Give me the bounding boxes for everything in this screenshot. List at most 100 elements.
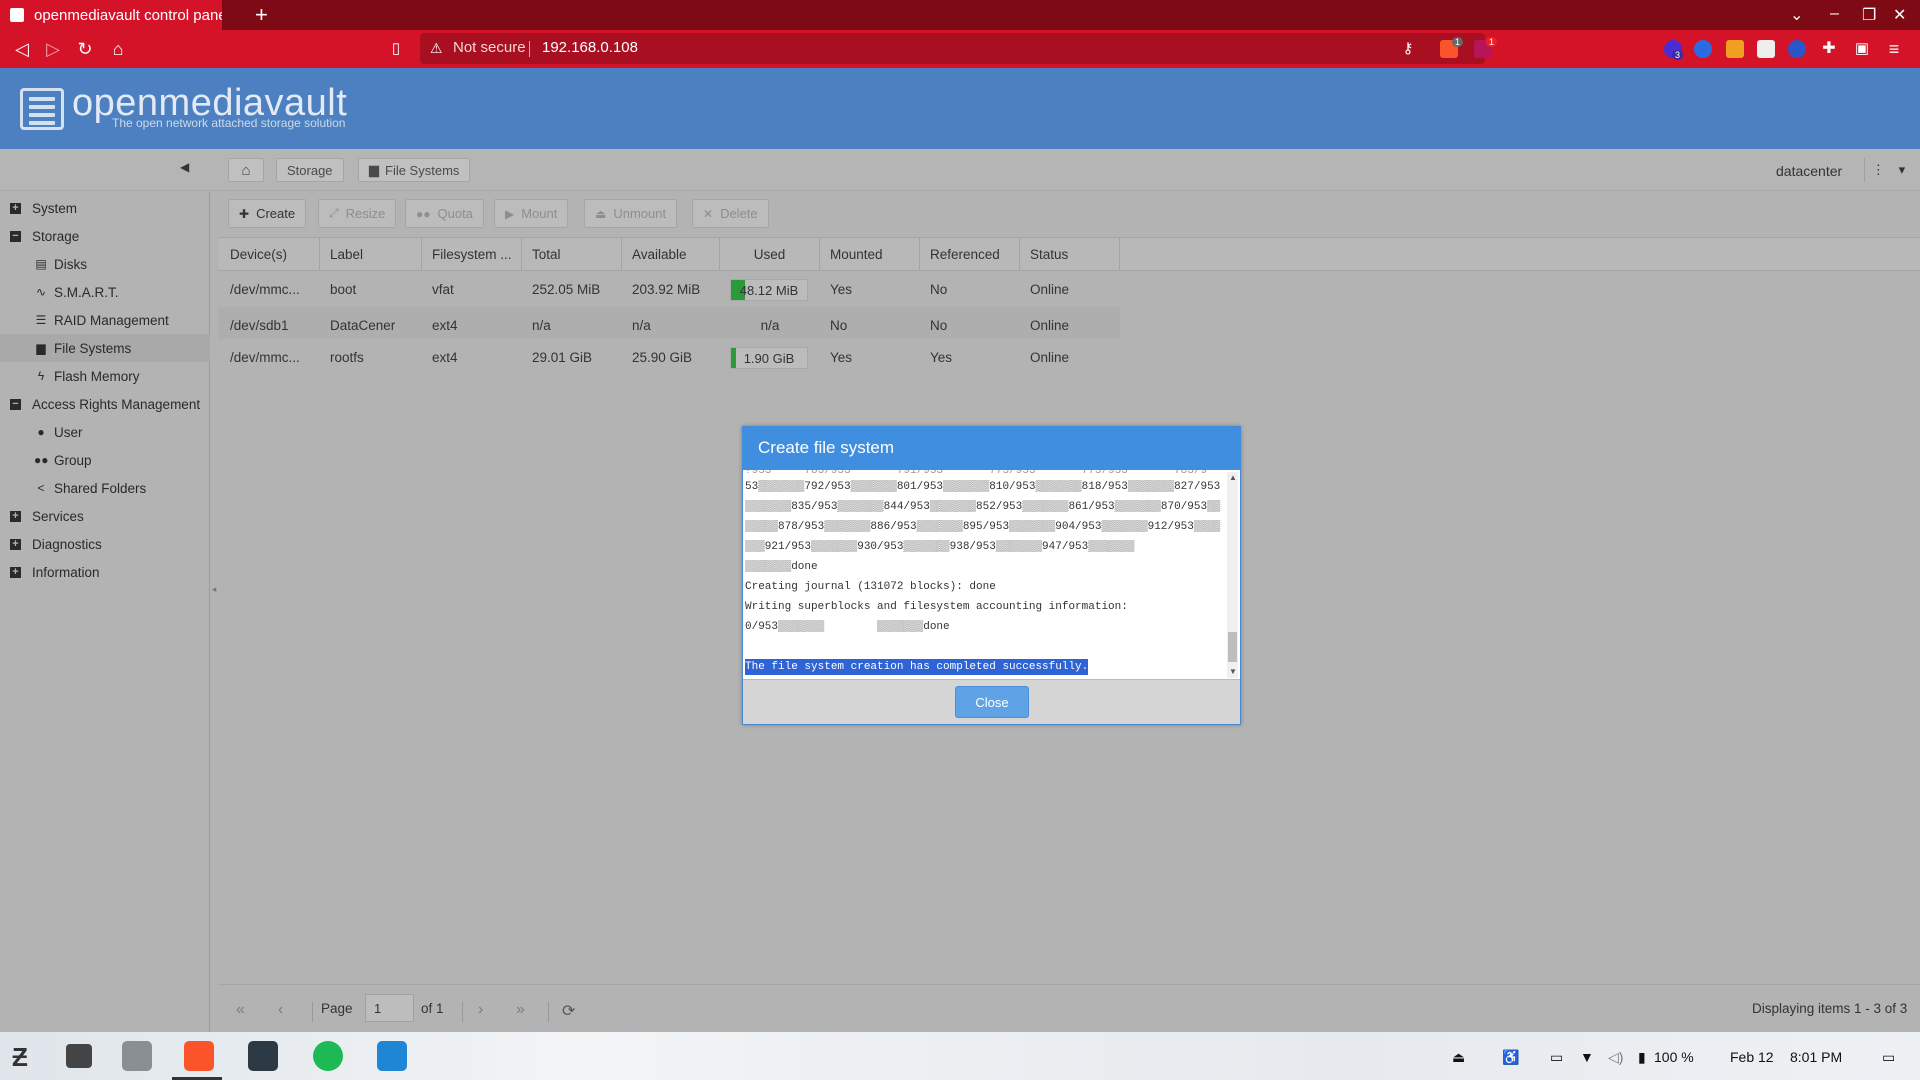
files-icon[interactable] bbox=[122, 1041, 152, 1071]
wallet-icon[interactable]: ▣ bbox=[1852, 39, 1872, 59]
log-line: ▒▒▒▒▒▒▒835/953▒▒▒▒▒▒▒844/953▒▒▒▒▒▒▒852/9… bbox=[745, 501, 1221, 513]
volume-icon[interactable]: ◁) bbox=[1608, 1049, 1623, 1066]
new-tab-plus-icon[interactable]: + bbox=[255, 4, 268, 26]
brave-browser-icon[interactable] bbox=[184, 1041, 214, 1071]
table-row[interactable]: /dev/mmc... rootfs ext4 29.01 GiB 25.90 … bbox=[218, 339, 1120, 375]
zorin-menu-icon[interactable]: Ƶ bbox=[12, 1043, 42, 1071]
breadcrumb-file-systems[interactable]: ▆ File Systems bbox=[358, 158, 471, 182]
sidebar-item-raid[interactable]: ☰ RAID Management bbox=[0, 306, 210, 334]
expand-icon[interactable]: + bbox=[10, 538, 21, 550]
notifications-icon[interactable]: ▭ bbox=[1882, 1049, 1895, 1066]
quota-button[interactable]: ●● Quota bbox=[405, 199, 484, 228]
log-line: 53▒▒▒▒▒▒▒792/953▒▒▒▒▒▒▒801/953▒▒▒▒▒▒▒810… bbox=[745, 481, 1221, 493]
close-window-icon[interactable]: ✕ bbox=[1893, 5, 1906, 25]
terminal-icon[interactable] bbox=[248, 1041, 278, 1071]
page-number-input[interactable] bbox=[365, 994, 414, 1022]
sidebar-item-flash-memory[interactable]: ϟ Flash Memory bbox=[0, 362, 210, 390]
sidebar-item-group[interactable]: ●● Group bbox=[0, 446, 210, 474]
extensions-puzzle-icon[interactable]: ✚ bbox=[1819, 39, 1839, 59]
collapse-icon[interactable]: − bbox=[10, 398, 21, 410]
user-menu[interactable]: ⋮ ▾ bbox=[1864, 158, 1912, 182]
expand-icon[interactable]: + bbox=[10, 202, 21, 214]
sidebar-item-file-systems[interactable]: ▆ File Systems bbox=[0, 334, 210, 362]
resize-icon: ⤢ bbox=[329, 206, 339, 220]
caret-down-icon[interactable]: ▾ bbox=[1899, 162, 1906, 178]
home-icon[interactable]: ⌂ bbox=[108, 39, 128, 59]
cell-available: 203.92 MiB bbox=[632, 281, 701, 297]
column-header-device[interactable]: Device(s) bbox=[220, 238, 320, 270]
tab-list-chevron-icon[interactable]: ⌄ bbox=[1790, 5, 1803, 25]
sidebar-item-diagnostics[interactable]: + Diagnostics bbox=[0, 530, 210, 558]
minimize-icon[interactable]: – bbox=[1830, 5, 1839, 23]
log-scrollbar-thumb[interactable] bbox=[1228, 632, 1237, 662]
collapse-sidebar-icon[interactable]: ◀ bbox=[180, 160, 189, 174]
sidebar-item-system[interactable]: + System bbox=[0, 194, 210, 222]
first-page-icon[interactable]: « bbox=[236, 1001, 245, 1019]
breadcrumb-storage-label: Storage bbox=[287, 162, 333, 178]
collapse-icon[interactable]: − bbox=[10, 230, 21, 242]
extension-check-icon[interactable] bbox=[1694, 40, 1712, 58]
warning-icon: ⚠ bbox=[430, 40, 443, 56]
expand-icon[interactable]: + bbox=[10, 566, 21, 578]
sidebar-item-shared-folders[interactable]: < Shared Folders bbox=[0, 474, 210, 502]
expand-icon[interactable]: + bbox=[10, 510, 21, 522]
column-header-available[interactable]: Available bbox=[622, 238, 720, 270]
table-row[interactable]: /dev/sdb1 DataCener ext4 n/a n/a n/a No … bbox=[218, 307, 1120, 343]
prev-page-icon[interactable]: ‹ bbox=[278, 1001, 283, 1019]
eject-tray-icon[interactable]: ⏏ bbox=[1452, 1049, 1465, 1066]
bookmark-icon[interactable]: ▯ bbox=[386, 39, 406, 59]
resize-button[interactable]: ⤢ Resize bbox=[318, 199, 397, 228]
accessibility-icon[interactable]: ♿ bbox=[1502, 1049, 1519, 1066]
key-icon[interactable]: ⚷ bbox=[1398, 39, 1418, 59]
scroll-down-icon[interactable]: ▼ bbox=[1229, 667, 1237, 676]
disk-icon: ▤ bbox=[35, 257, 47, 271]
refresh-icon[interactable]: ⟳ bbox=[562, 1001, 575, 1021]
table-row[interactable]: /dev/mmc... boot vfat 252.05 MiB 203.92 … bbox=[218, 271, 1120, 307]
sidebar-item-user[interactable]: ● User bbox=[0, 418, 210, 446]
kebab-icon[interactable]: ⋮ bbox=[1872, 162, 1885, 178]
vscode-icon[interactable] bbox=[377, 1041, 407, 1071]
column-header-mounted[interactable]: Mounted bbox=[820, 238, 920, 270]
breadcrumb-storage[interactable]: Storage bbox=[276, 158, 344, 182]
splitter-handle[interactable]: ◂ bbox=[210, 560, 218, 620]
display-icon[interactable]: ▭ bbox=[1550, 1049, 1563, 1066]
spotify-icon[interactable] bbox=[313, 1041, 343, 1071]
cell-total: n/a bbox=[532, 317, 551, 333]
mount-button[interactable]: ▶ Mount bbox=[494, 199, 569, 228]
clock-time[interactable]: 8:01 PM bbox=[1790, 1049, 1842, 1065]
extension-bird-icon[interactable] bbox=[1757, 40, 1775, 58]
sidebar-item-information[interactable]: + Information bbox=[0, 558, 210, 586]
scroll-up-icon[interactable]: ▲ bbox=[1229, 473, 1237, 482]
column-header-status[interactable]: Status bbox=[1020, 238, 1120, 270]
maximize-icon[interactable]: ❐ bbox=[1862, 5, 1876, 25]
sidebar-item-storage[interactable]: − Storage bbox=[0, 222, 210, 250]
create-button[interactable]: ✚ Create bbox=[228, 199, 307, 228]
close-button[interactable]: Close bbox=[955, 686, 1029, 718]
sidebar-item-services[interactable]: + Services bbox=[0, 502, 210, 530]
forward-icon[interactable]: ▷ bbox=[43, 39, 63, 59]
column-header-total[interactable]: Total bbox=[522, 238, 622, 270]
unmount-button[interactable]: ⏏ Unmount bbox=[584, 199, 678, 228]
sidebar-item-smart[interactable]: ∿ S.M.A.R.T. bbox=[0, 278, 210, 306]
sidebar-item-access-rights[interactable]: − Access Rights Management bbox=[0, 390, 210, 418]
extension-s-icon[interactable] bbox=[1788, 40, 1806, 58]
extension-flag-icon[interactable] bbox=[1726, 40, 1744, 58]
next-page-icon[interactable]: › bbox=[478, 1001, 483, 1019]
battery-icon[interactable]: ▮ bbox=[1638, 1049, 1646, 1066]
dialog-log-output[interactable]: ?953 783/953 791/953 775/953 775/953 783… bbox=[743, 470, 1240, 680]
reload-icon[interactable]: ↻ bbox=[75, 39, 95, 59]
workspaces-icon[interactable] bbox=[66, 1044, 92, 1068]
last-page-icon[interactable]: » bbox=[516, 1001, 525, 1019]
column-header-referenced[interactable]: Referenced bbox=[920, 238, 1020, 270]
sidebar-item-disks[interactable]: ▤ Disks bbox=[0, 250, 210, 278]
back-icon[interactable]: ◁ bbox=[12, 39, 32, 59]
breadcrumb-home[interactable]: ⌂ bbox=[228, 158, 264, 182]
column-header-used[interactable]: Used bbox=[720, 238, 820, 270]
column-header-label[interactable]: Label bbox=[320, 238, 422, 270]
browser-tab[interactable]: openmediavault control panel bbox=[0, 0, 222, 30]
wifi-icon[interactable]: ▼ bbox=[1580, 1049, 1594, 1065]
delete-button[interactable]: ✕ Delete bbox=[692, 199, 769, 228]
clock-date[interactable]: Feb 12 bbox=[1730, 1049, 1774, 1065]
column-header-filesystem[interactable]: Filesystem ... bbox=[422, 238, 522, 270]
browser-menu-icon[interactable]: ≡ bbox=[1884, 39, 1904, 59]
